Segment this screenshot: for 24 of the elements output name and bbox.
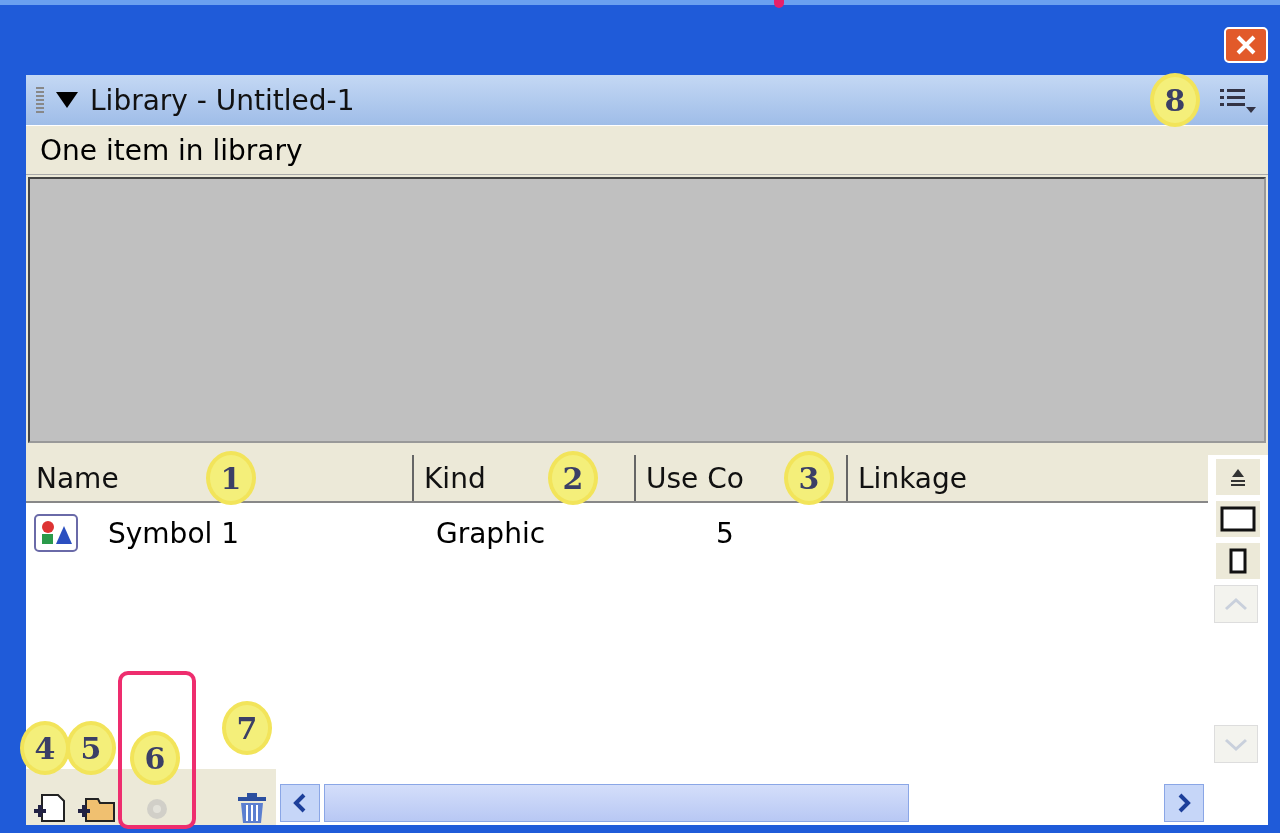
graphic-symbol-icon — [34, 514, 78, 552]
callout-number: 1 — [210, 455, 252, 501]
status-text: One item in library — [26, 125, 1268, 175]
scroll-thumb[interactable] — [324, 784, 910, 822]
panel-title: Library - Untitled-1 — [90, 83, 355, 117]
callout-number: 6 — [134, 735, 176, 781]
callout-number: 5 — [70, 725, 112, 771]
narrow-view-icon[interactable] — [1216, 543, 1260, 579]
wide-view-icon[interactable] — [1216, 501, 1260, 537]
grip-icon — [36, 87, 44, 113]
callout-number: 4 — [24, 725, 66, 771]
scroll-right-button[interactable] — [1164, 784, 1204, 822]
collapse-triangle-icon[interactable] — [56, 92, 78, 108]
pointer-mark — [774, 0, 784, 8]
callout-number: 7 — [226, 705, 268, 751]
table-cell-text: Symbol 1 — [108, 516, 241, 550]
callout-number: 3 — [788, 455, 830, 501]
callout-number: 2 — [552, 455, 594, 501]
table-cell-text: 5 — [715, 516, 735, 550]
table-cell-text: Graphic — [435, 516, 547, 550]
sort-icon[interactable] — [1216, 459, 1260, 495]
close-button[interactable] — [1224, 27, 1268, 63]
callout-number: 8 — [1154, 77, 1196, 123]
scroll-left-button[interactable] — [280, 784, 320, 822]
